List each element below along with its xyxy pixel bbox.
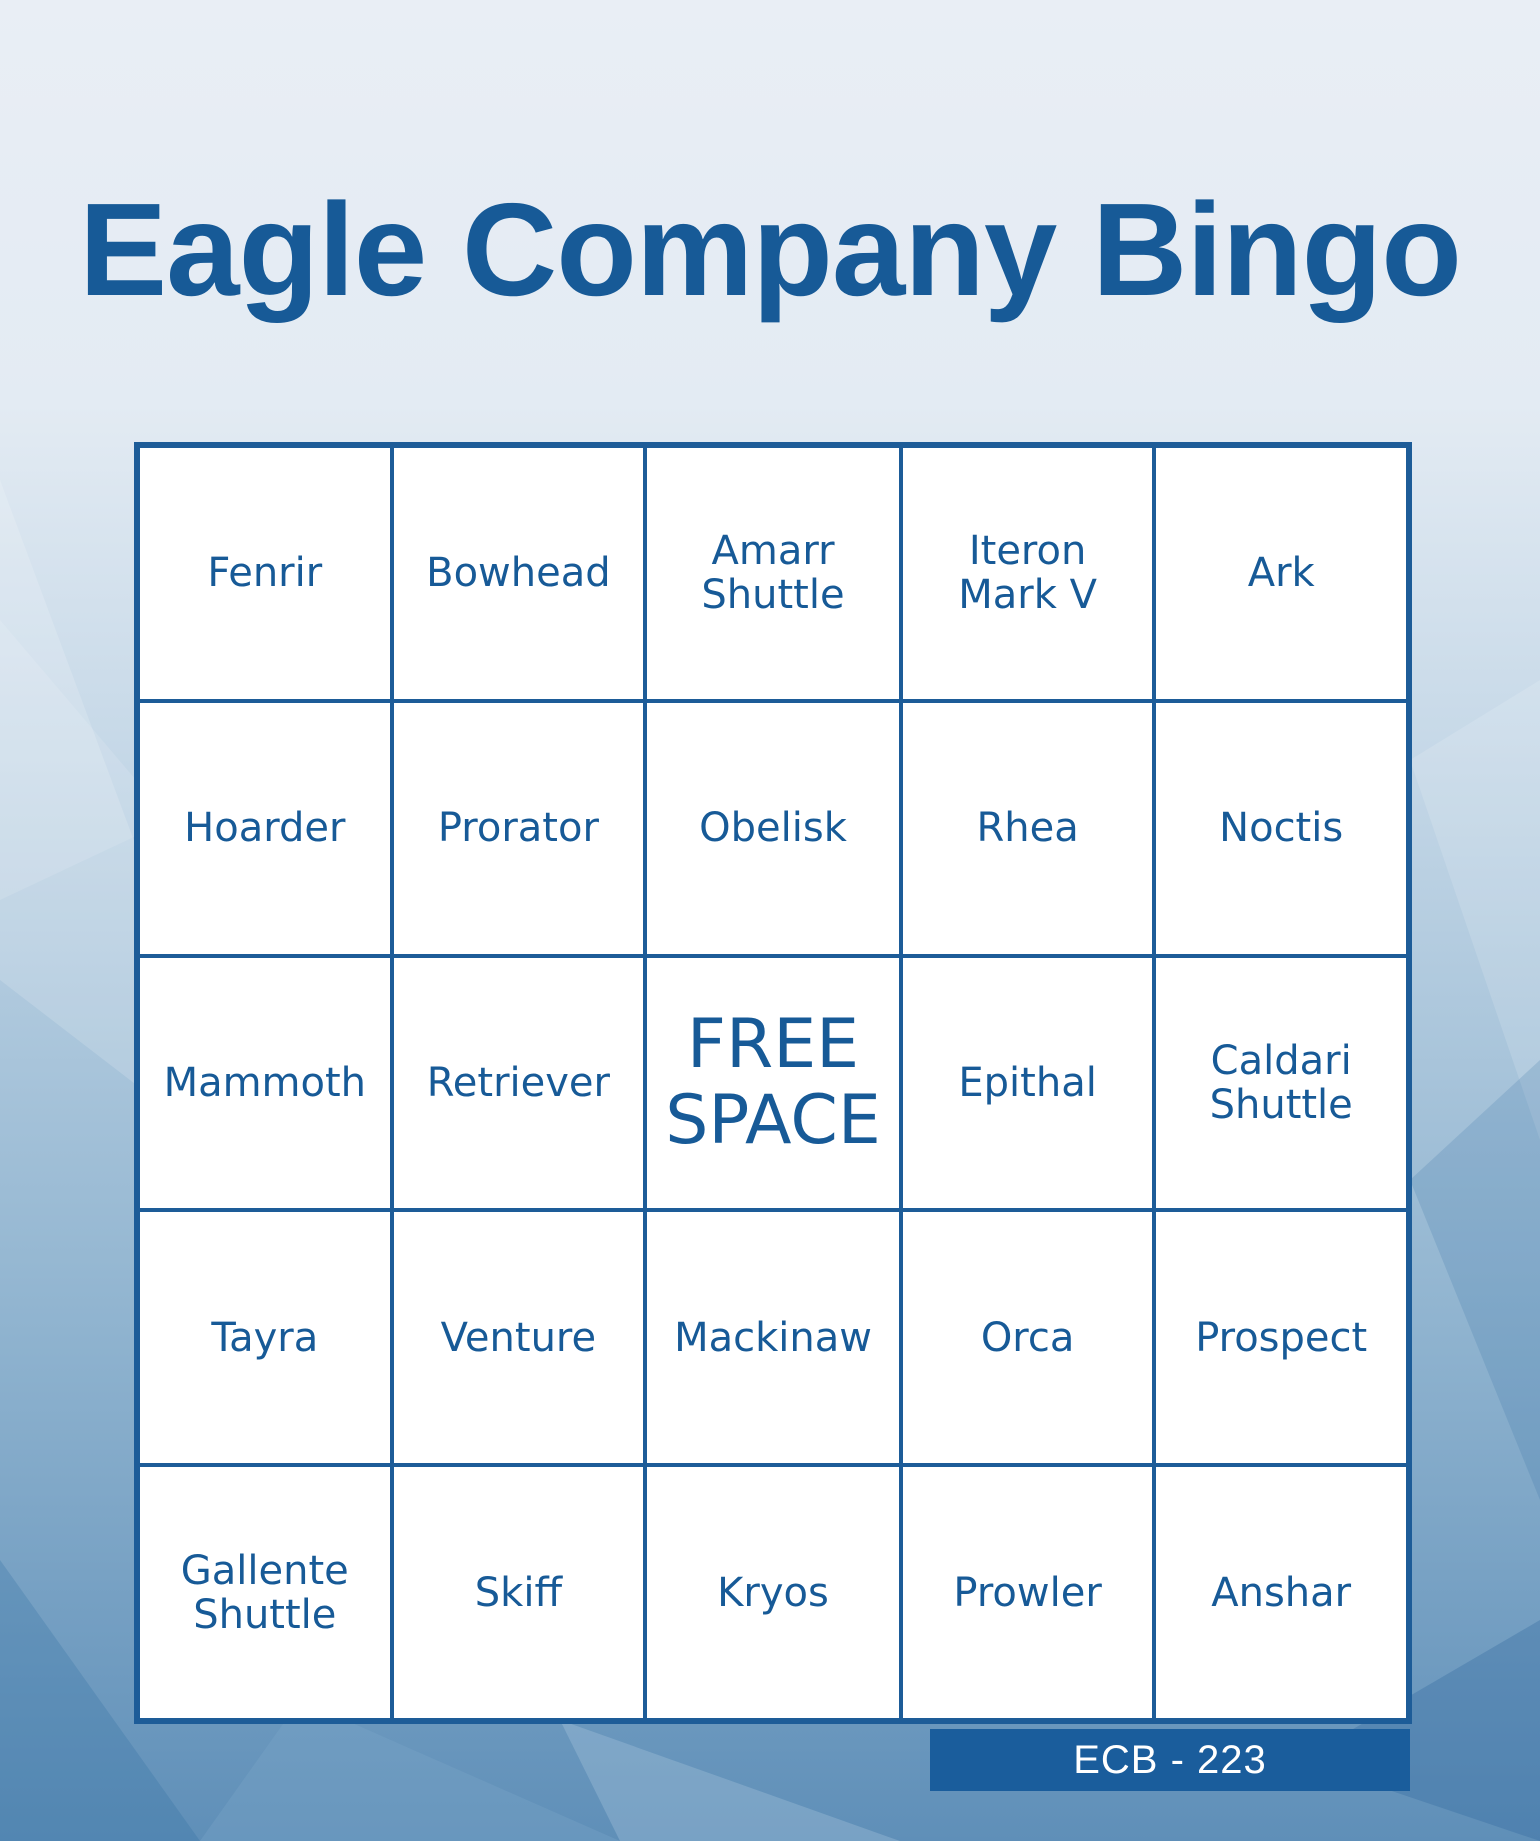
bingo-cell-r4c2[interactable]: Venture — [391, 1210, 646, 1466]
cell-label: Prorator — [437, 805, 599, 852]
cell-label: Mackinaw — [674, 1314, 872, 1361]
bingo-cell-r1c2[interactable]: Bowhead — [391, 446, 646, 701]
cell-label: Amarr Shuttle — [701, 528, 845, 619]
cell-label: Retriever — [426, 1059, 610, 1106]
bingo-cell-r4c4[interactable]: Orca — [900, 1210, 1155, 1466]
bingo-cell-r1c1[interactable]: Fenrir — [138, 446, 392, 701]
bingo-cell-r1c3[interactable]: Amarr Shuttle — [645, 446, 901, 701]
cell-label: Fenrir — [207, 550, 323, 597]
card-id-badge: ECB - 223 — [930, 1729, 1410, 1791]
cell-label: Skiff — [474, 1569, 563, 1616]
free-space-label: FREE SPACE — [665, 1004, 881, 1160]
cell-label: Iteron Mark V — [958, 528, 1097, 619]
bingo-cell-r3c1[interactable]: Mammoth — [138, 955, 392, 1211]
bingo-cell-r3c2[interactable]: Retriever — [391, 955, 646, 1211]
bingo-cell-r2c1[interactable]: Hoarder — [138, 700, 392, 956]
cell-label: Caldari Shuttle — [1209, 1037, 1353, 1128]
bingo-cell-r1c4[interactable]: Iteron Mark V — [900, 446, 1155, 701]
bingo-cell-r5c4[interactable]: Prowler — [900, 1465, 1155, 1720]
bingo-cell-r2c4[interactable]: Rhea — [900, 700, 1155, 956]
cell-label: Tayra — [211, 1314, 319, 1361]
bingo-cell-r4c1[interactable]: Tayra — [138, 1210, 392, 1466]
bingo-cell-r4c3[interactable]: Mackinaw — [645, 1210, 901, 1466]
bingo-grid: Fenrir Bowhead Amarr Shuttle Iteron Mark… — [134, 442, 1412, 1724]
cell-label: Ark — [1247, 550, 1315, 597]
bingo-cell-r5c5[interactable]: Anshar — [1154, 1465, 1408, 1720]
cell-label: Hoarder — [184, 805, 346, 852]
bingo-cell-r1c5[interactable]: Ark — [1154, 446, 1408, 701]
cell-label: Bowhead — [426, 550, 611, 597]
bingo-cell-r3c4[interactable]: Epithal — [900, 955, 1155, 1211]
cell-label: Obelisk — [699, 805, 847, 852]
cell-label: Venture — [440, 1314, 597, 1361]
cell-label: Anshar — [1211, 1569, 1352, 1616]
page-title: Eagle Company Bingo — [79, 176, 1462, 323]
cell-label: Mammoth — [163, 1059, 367, 1106]
bingo-cell-r5c3[interactable]: Kryos — [645, 1465, 901, 1720]
cell-label: Rhea — [976, 805, 1079, 852]
bingo-cell-r2c2[interactable]: Prorator — [391, 700, 646, 956]
cell-label: Kryos — [717, 1569, 829, 1616]
cell-label: Orca — [980, 1314, 1075, 1361]
cell-label: Noctis — [1219, 805, 1344, 852]
bingo-free-space[interactable]: FREE SPACE — [645, 955, 901, 1211]
cell-label: Gallente Shuttle — [180, 1547, 349, 1638]
cell-label: Prospect — [1195, 1314, 1368, 1361]
bingo-cell-r2c3[interactable]: Obelisk — [645, 700, 901, 956]
bingo-cell-r2c5[interactable]: Noctis — [1154, 700, 1408, 956]
cell-label: Prowler — [953, 1569, 1102, 1616]
bingo-cell-r3c5[interactable]: Caldari Shuttle — [1154, 955, 1408, 1211]
bingo-cell-r5c1[interactable]: Gallente Shuttle — [138, 1465, 392, 1720]
cell-label: Epithal — [958, 1059, 1097, 1106]
bingo-cell-r5c2[interactable]: Skiff — [391, 1465, 646, 1720]
bingo-cell-r4c5[interactable]: Prospect — [1154, 1210, 1408, 1466]
